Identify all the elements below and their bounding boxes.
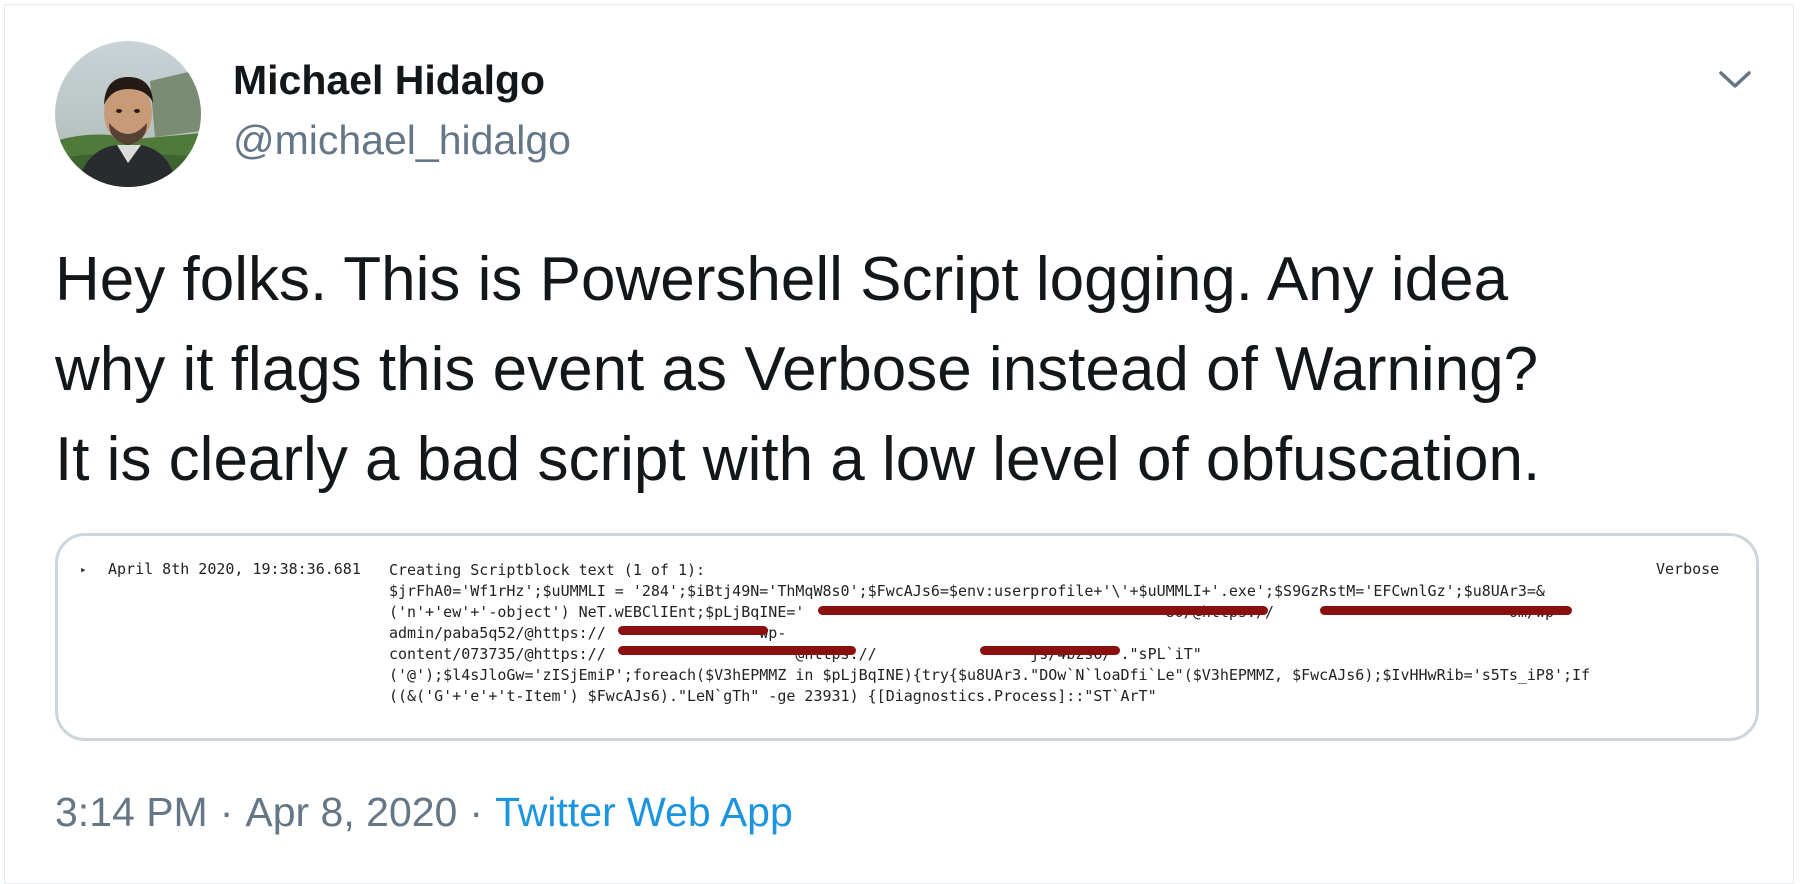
log-entry: ▸ April 8th 2020, 19:38:36.681 Creating … (58, 536, 1756, 738)
log-message-line: ('@');$l4sJloGw='zISjEmiP';foreach($V3hE… (389, 666, 1591, 684)
more-options-button[interactable] (1713, 57, 1757, 101)
redaction-mark (618, 646, 856, 655)
tweet-source-link[interactable]: Twitter Web App (495, 789, 793, 835)
avatar[interactable] (55, 41, 201, 187)
avatar-photo (55, 41, 201, 187)
tweet-meta: 3:14 PM · Apr 8, 2020 · Twitter Web App (55, 789, 793, 836)
redaction-mark (980, 646, 1120, 655)
tweet-card: Michael Hidalgo @michael_hidalgo Hey fol… (4, 4, 1794, 884)
log-message-line: $jrFhA0='Wf1rHz';$uUMMLI = '284';$iBtj49… (389, 582, 1545, 600)
log-message-line: admin/paba5q52/@https:// wp- (389, 624, 787, 642)
tweet-text: Hey folks. This is Powershell Script log… (55, 235, 1755, 505)
tweet-text-line: It is clearly a bad script with a low le… (55, 425, 1541, 494)
redaction-mark (1320, 606, 1572, 615)
log-level: Verbose (1656, 560, 1720, 578)
redaction-mark (618, 626, 768, 635)
tweet-time[interactable]: 3:14 PM (55, 789, 208, 835)
meta-separator: · (219, 789, 234, 835)
attached-image[interactable]: ▸ April 8th 2020, 19:38:36.681 Creating … (55, 533, 1759, 741)
meta-separator: · (469, 789, 484, 835)
author-name[interactable]: Michael Hidalgo (233, 57, 545, 104)
tweet-text-line: Hey folks. This is Powershell Script log… (55, 245, 1509, 314)
log-message: Creating Scriptblock text (1 of 1): $jrF… (389, 560, 1590, 707)
tweet-text-line: why it flags this event as Verbose inste… (55, 335, 1539, 404)
log-message-line: ((&('G'+'e'+'t-Item') $FwcAJs6)."LeN`gTh… (389, 687, 1157, 705)
expand-arrow-icon: ▸ (80, 563, 87, 576)
redaction-mark (818, 606, 1268, 615)
chevron-down-icon (1719, 71, 1751, 88)
tweet-date[interactable]: Apr 8, 2020 (245, 789, 457, 835)
log-timestamp: April 8th 2020, 19:38:36.681 (108, 560, 361, 578)
author-handle[interactable]: @michael_hidalgo (233, 117, 571, 164)
log-message-line: Creating Scriptblock text (1 of 1): (389, 561, 706, 579)
